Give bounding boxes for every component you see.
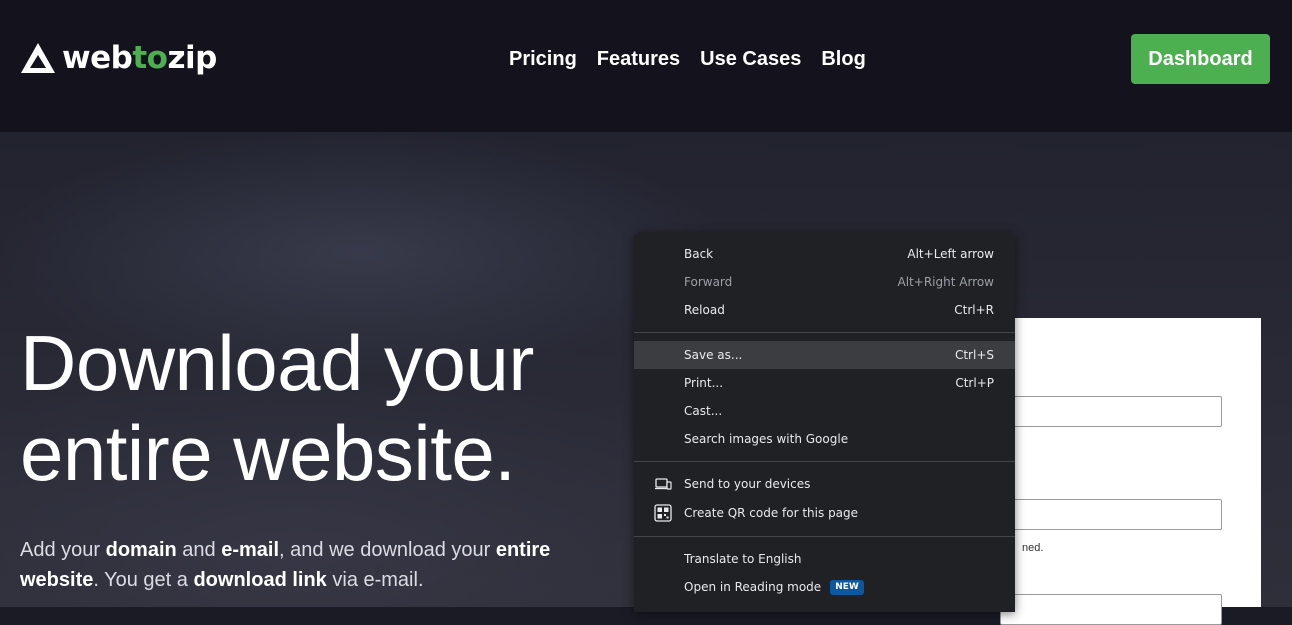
new-badge: NEW	[830, 579, 864, 595]
menu-item-reload[interactable]: Reload Ctrl+R	[634, 296, 1015, 324]
menu-separator	[634, 536, 1015, 537]
menu-item-forward[interactable]: Forward Alt+Right Arrow	[634, 268, 1015, 296]
email-input[interactable]	[1000, 499, 1222, 530]
form-note: ned.	[1022, 542, 1044, 554]
menu-item-translate[interactable]: Translate to English	[634, 545, 1015, 573]
headline-line-2: entire website.	[20, 409, 516, 497]
hero-subtext: Add your domain and e-mail, and we downl…	[20, 539, 551, 591]
qr-code-icon	[654, 504, 672, 522]
menu-separator	[634, 461, 1015, 462]
menu-item-qr-code[interactable]: Create QR code for this page	[634, 499, 1015, 527]
menu-item-print[interactable]: Print... Ctrl+P	[634, 369, 1015, 397]
domain-input[interactable]	[1000, 396, 1222, 427]
signup-form: ned.	[1000, 318, 1261, 625]
devices-icon	[655, 478, 672, 490]
nav-features[interactable]: Features	[597, 46, 680, 72]
headline-line-1: Download your	[20, 319, 534, 407]
menu-item-send-to-devices[interactable]: Send to your devices	[634, 470, 1015, 498]
nav-blog[interactable]: Blog	[821, 46, 865, 72]
site-header: webtozip Pricing Features Use Cases Blog…	[0, 0, 1292, 132]
hero-headline: Download your entire website.	[20, 318, 620, 498]
triangle-logo-icon	[21, 43, 55, 73]
menu-item-cast[interactable]: Cast...	[634, 397, 1015, 425]
third-input[interactable]	[1000, 594, 1222, 625]
dashboard-button[interactable]: Dashboard	[1131, 34, 1270, 84]
brand-name: webtozip	[62, 39, 217, 76]
menu-separator	[634, 332, 1015, 333]
nav-use-cases[interactable]: Use Cases	[700, 46, 801, 72]
context-menu: Back Alt+Left arrow Forward Alt+Right Ar…	[634, 232, 1015, 612]
menu-item-search-images[interactable]: Search images with Google	[634, 425, 1015, 453]
menu-item-save-as[interactable]: Save as... Ctrl+S	[634, 341, 1015, 369]
menu-item-reading-mode[interactable]: Open in Reading mode NEW	[634, 573, 1015, 601]
menu-item-back[interactable]: Back Alt+Left arrow	[634, 240, 1015, 268]
nav-pricing[interactable]: Pricing	[509, 46, 577, 72]
reading-mode-label: Open in Reading mode	[684, 579, 822, 594]
brand-logo[interactable]: webtozip	[20, 40, 217, 76]
main-nav: Pricing Features Use Cases Blog	[509, 46, 866, 72]
